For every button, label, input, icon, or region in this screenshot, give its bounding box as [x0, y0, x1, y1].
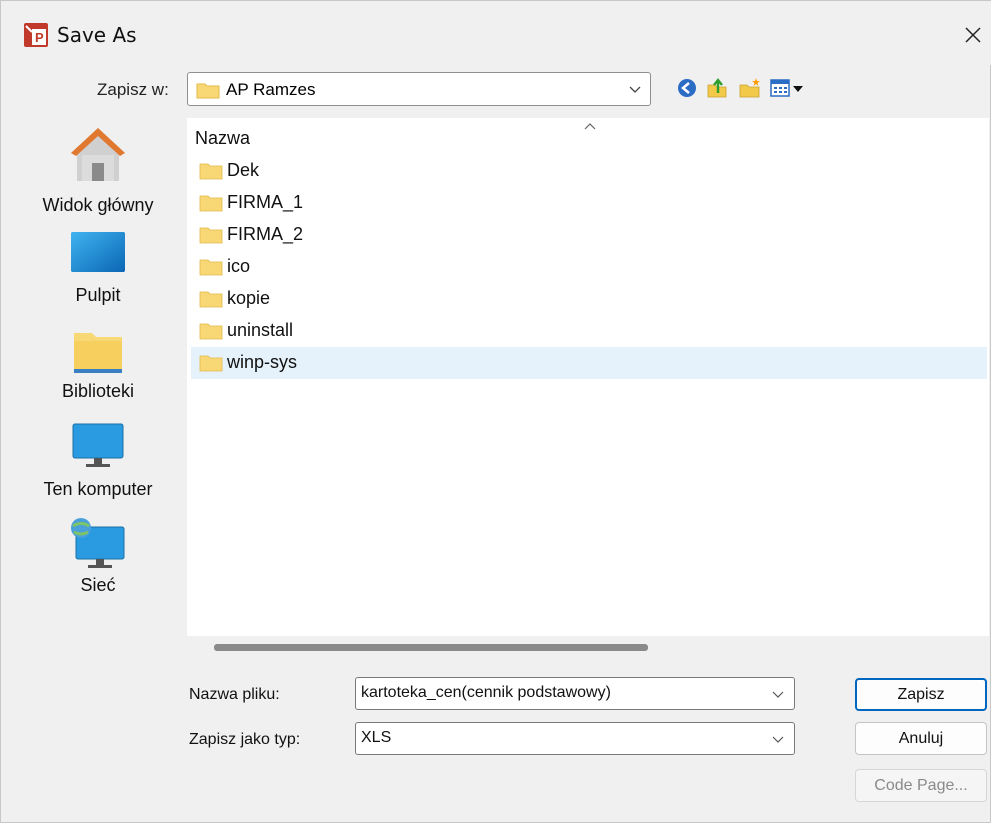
list-item[interactable]: FIRMA_1	[191, 187, 987, 219]
chevron-down-icon[interactable]	[771, 688, 785, 706]
filetype-label: Zapisz jako typ:	[189, 731, 301, 748]
file-name: FIRMA_1	[227, 192, 304, 212]
computer-icon	[72, 423, 124, 467]
list-item[interactable]: Dek	[191, 155, 987, 187]
close-button[interactable]	[955, 15, 991, 55]
folder-icon	[199, 290, 223, 313]
cancel-button[interactable]: Anuluj	[855, 722, 987, 755]
list-item-selected[interactable]: winp-sys	[191, 347, 987, 379]
file-name: ico	[227, 256, 251, 276]
place-label: Sieć	[80, 575, 116, 595]
place-home[interactable]: Widok główny	[20, 125, 176, 217]
file-list[interactable]: Nazwa Dek FIRMA_1 FIRMA_2 ico kopie unin…	[187, 118, 989, 636]
new-folder-button[interactable]	[737, 75, 763, 101]
place-label: Widok główny	[42, 195, 154, 215]
file-name: winp-sys	[227, 352, 298, 372]
chevron-down-icon	[771, 733, 785, 751]
view-menu-button[interactable]	[769, 75, 807, 101]
desktop-icon	[71, 232, 125, 272]
app-icon: P	[23, 22, 49, 48]
window-title: Save As	[57, 23, 137, 47]
new-folder-icon	[739, 78, 760, 98]
list-item[interactable]: uninstall	[191, 315, 987, 347]
place-desktop[interactable]: Pulpit	[20, 231, 176, 309]
save-in-value: AP Ramzes	[226, 80, 316, 99]
folder-icon	[199, 258, 223, 281]
place-label: Ten komputer	[43, 479, 153, 499]
up-folder-button[interactable]	[705, 75, 729, 101]
save-button[interactable]: Zapisz	[855, 678, 987, 711]
filetype-dropdown[interactable]: XLS	[355, 722, 795, 755]
file-name: kopie	[227, 288, 271, 308]
column-header-name[interactable]: Nazwa	[195, 128, 250, 149]
file-name: Dek	[227, 160, 260, 180]
filename-value: kartoteka_cen(cennik podstawowy)	[361, 684, 611, 701]
file-name: uninstall	[227, 320, 294, 340]
close-icon	[965, 27, 981, 43]
view-menu-icon	[770, 79, 803, 97]
places-bar: Widok główny Pulpit Biblioteki Ten kompu…	[20, 117, 176, 749]
list-item[interactable]: FIRMA_2	[191, 219, 987, 251]
folder-icon	[199, 354, 223, 377]
filename-input[interactable]: kartoteka_cen(cennik podstawowy)	[355, 677, 795, 710]
save-as-dialog: P Save As Zapisz w: AP Ramzes Widok głów…	[0, 0, 991, 823]
horizontal-scrollbar[interactable]	[214, 644, 648, 651]
network-icon	[71, 518, 125, 568]
save-in-dropdown[interactable]: AP Ramzes	[187, 72, 651, 106]
list-item[interactable]: ico	[191, 251, 987, 283]
folder-icon	[199, 322, 223, 345]
folder-icon	[196, 81, 220, 104]
place-network[interactable]: Sieć	[20, 517, 176, 601]
libraries-icon	[74, 333, 122, 373]
back-icon	[678, 79, 696, 97]
title-bar: P Save As	[1, 1, 991, 65]
list-item[interactable]: kopie	[191, 283, 987, 315]
place-label: Biblioteki	[61, 381, 135, 401]
folder-icon	[199, 162, 223, 185]
folder-icon	[199, 226, 223, 249]
home-icon	[71, 128, 125, 181]
place-libraries[interactable]: Biblioteki	[20, 329, 176, 407]
place-this-pc[interactable]: Ten komputer	[20, 423, 176, 507]
save-in-label: Zapisz w:	[97, 80, 169, 99]
up-folder-icon	[707, 78, 727, 98]
filetype-value: XLS	[361, 729, 392, 746]
chevron-down-icon	[628, 82, 642, 101]
svg-text:P: P	[35, 30, 44, 45]
code-page-button[interactable]: Code Page...	[855, 769, 987, 802]
file-name: FIRMA_2	[227, 224, 304, 244]
sort-ascending-icon	[583, 118, 597, 136]
place-label: Pulpit	[75, 285, 121, 305]
filename-label: Nazwa pliku:	[189, 686, 280, 703]
folder-icon	[199, 194, 223, 217]
back-button[interactable]	[675, 75, 699, 101]
